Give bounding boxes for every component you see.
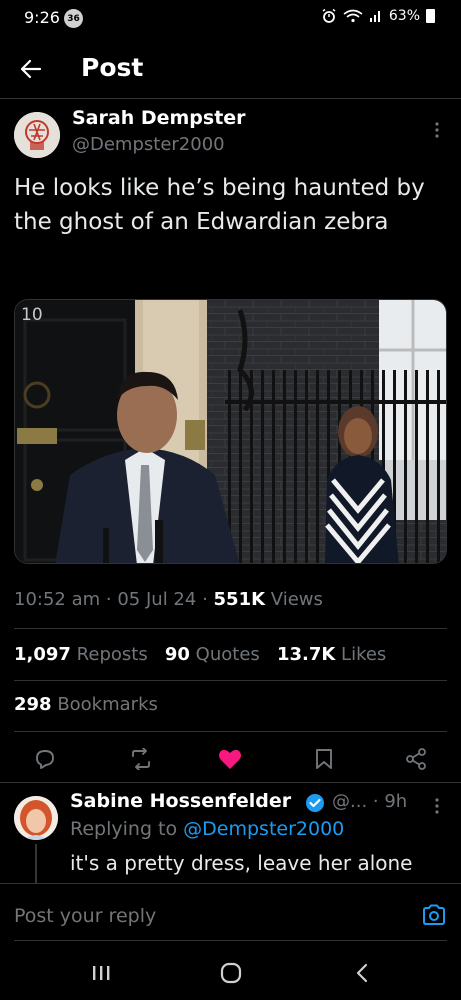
status-icons: 63% [321,8,435,24]
recent-apps-icon [93,966,110,980]
reply-meta: @... · 9h [332,791,408,812]
bookmark-icon [316,749,332,769]
more-vertical-icon [435,798,439,814]
camera-icon [423,904,445,925]
reply-text: it's a pretty dress, leave her alone [70,851,413,875]
post-date: 05 Jul 24 [117,589,197,610]
likes-label: Likes [341,644,387,665]
battery-icon [426,9,435,23]
bookmark-button[interactable] [311,746,337,772]
post-photo: 10 [15,300,446,563]
verified-badge-icon [305,793,325,817]
likes-count: 13.7K [276,644,336,665]
page-title: Post [81,53,144,82]
reply-author-handle[interactable]: @... [332,791,367,812]
replying-to-handle[interactable]: @Dempster2000 [183,818,344,840]
back-button[interactable] [16,54,46,84]
quotes-count: 90 [164,644,190,665]
system-back-button[interactable] [347,960,377,986]
repost-icon [132,748,150,770]
reply-time: 9h [384,791,408,812]
post-text: He looks like he’s being haunted by the … [14,175,425,235]
chevron-left-icon [356,963,368,983]
quotes-label: Quotes [195,644,260,665]
home-button[interactable] [216,960,246,986]
share-button[interactable] [403,746,429,772]
heart-filled-icon [219,749,241,769]
author-avatar[interactable] [14,112,60,158]
divider [14,940,447,941]
post-meta: 10:52 am · 05 Jul 24 · 551K Views [14,589,323,610]
views-count: 551K [213,589,266,610]
share-icon [406,748,426,770]
door-number-text: 10 [21,305,43,325]
reposts-count: 1,097 [14,644,71,665]
thread-line [35,844,37,884]
likes-stat[interactable]: 13.7K Likes [277,644,386,665]
views-label: Views [270,589,323,610]
reposts-label: Reposts [76,644,148,665]
reply-input[interactable] [14,905,394,927]
post-media[interactable]: 10 [14,299,447,564]
post-header: Post [0,38,461,99]
reply-more-options-button[interactable] [432,796,442,820]
reply-author-avatar[interactable] [14,796,58,840]
reply-button[interactable] [32,746,58,772]
camera-button[interactable] [422,904,446,926]
reposts-stat[interactable]: 1,097 Reposts [14,644,148,665]
status-time: 9:26 [24,8,60,27]
status-bar: 9:26 36 63% [0,0,461,38]
replying-to: Replying to @Dempster2000 [70,818,344,840]
bookmarks-stat[interactable]: 298 Bookmarks [14,694,158,715]
alarm-icon [322,8,336,23]
arrow-left-icon [20,59,42,79]
home-icon [220,962,242,984]
bookmarks-label: Bookmarks [57,694,158,715]
divider [0,782,461,783]
author-avatar-image [14,112,60,158]
recent-apps-button[interactable] [86,960,116,986]
author-name[interactable]: Sarah Dempster [72,107,246,129]
notification-count-badge: 36 [64,9,83,28]
reply-author-name[interactable]: Sabine Hossenfelder [70,790,291,812]
action-bar [14,740,447,776]
divider [14,731,447,732]
more-options-button[interactable] [432,120,442,140]
battery-percent: 63% [388,8,420,24]
repost-button[interactable] [128,746,154,772]
post-time: 10:52 am [14,589,101,610]
wifi-icon [343,9,363,23]
reply-icon [36,750,54,769]
like-button[interactable] [217,746,243,772]
reply-composer [0,883,461,943]
divider [14,628,447,629]
replying-to-label: Replying to [70,818,178,840]
engagement-stats: 1,097 Reposts 90 Quotes 13.7K Likes [14,644,386,665]
signal-icon [369,11,380,22]
divider [14,680,447,681]
reply-avatar-image [14,796,58,840]
system-nav-bar [0,944,461,1000]
quotes-stat[interactable]: 90 Quotes [165,644,260,665]
author-handle[interactable]: @Dempster2000 [72,134,225,155]
bookmarks-count: 298 [14,694,52,715]
more-vertical-icon [435,122,439,138]
